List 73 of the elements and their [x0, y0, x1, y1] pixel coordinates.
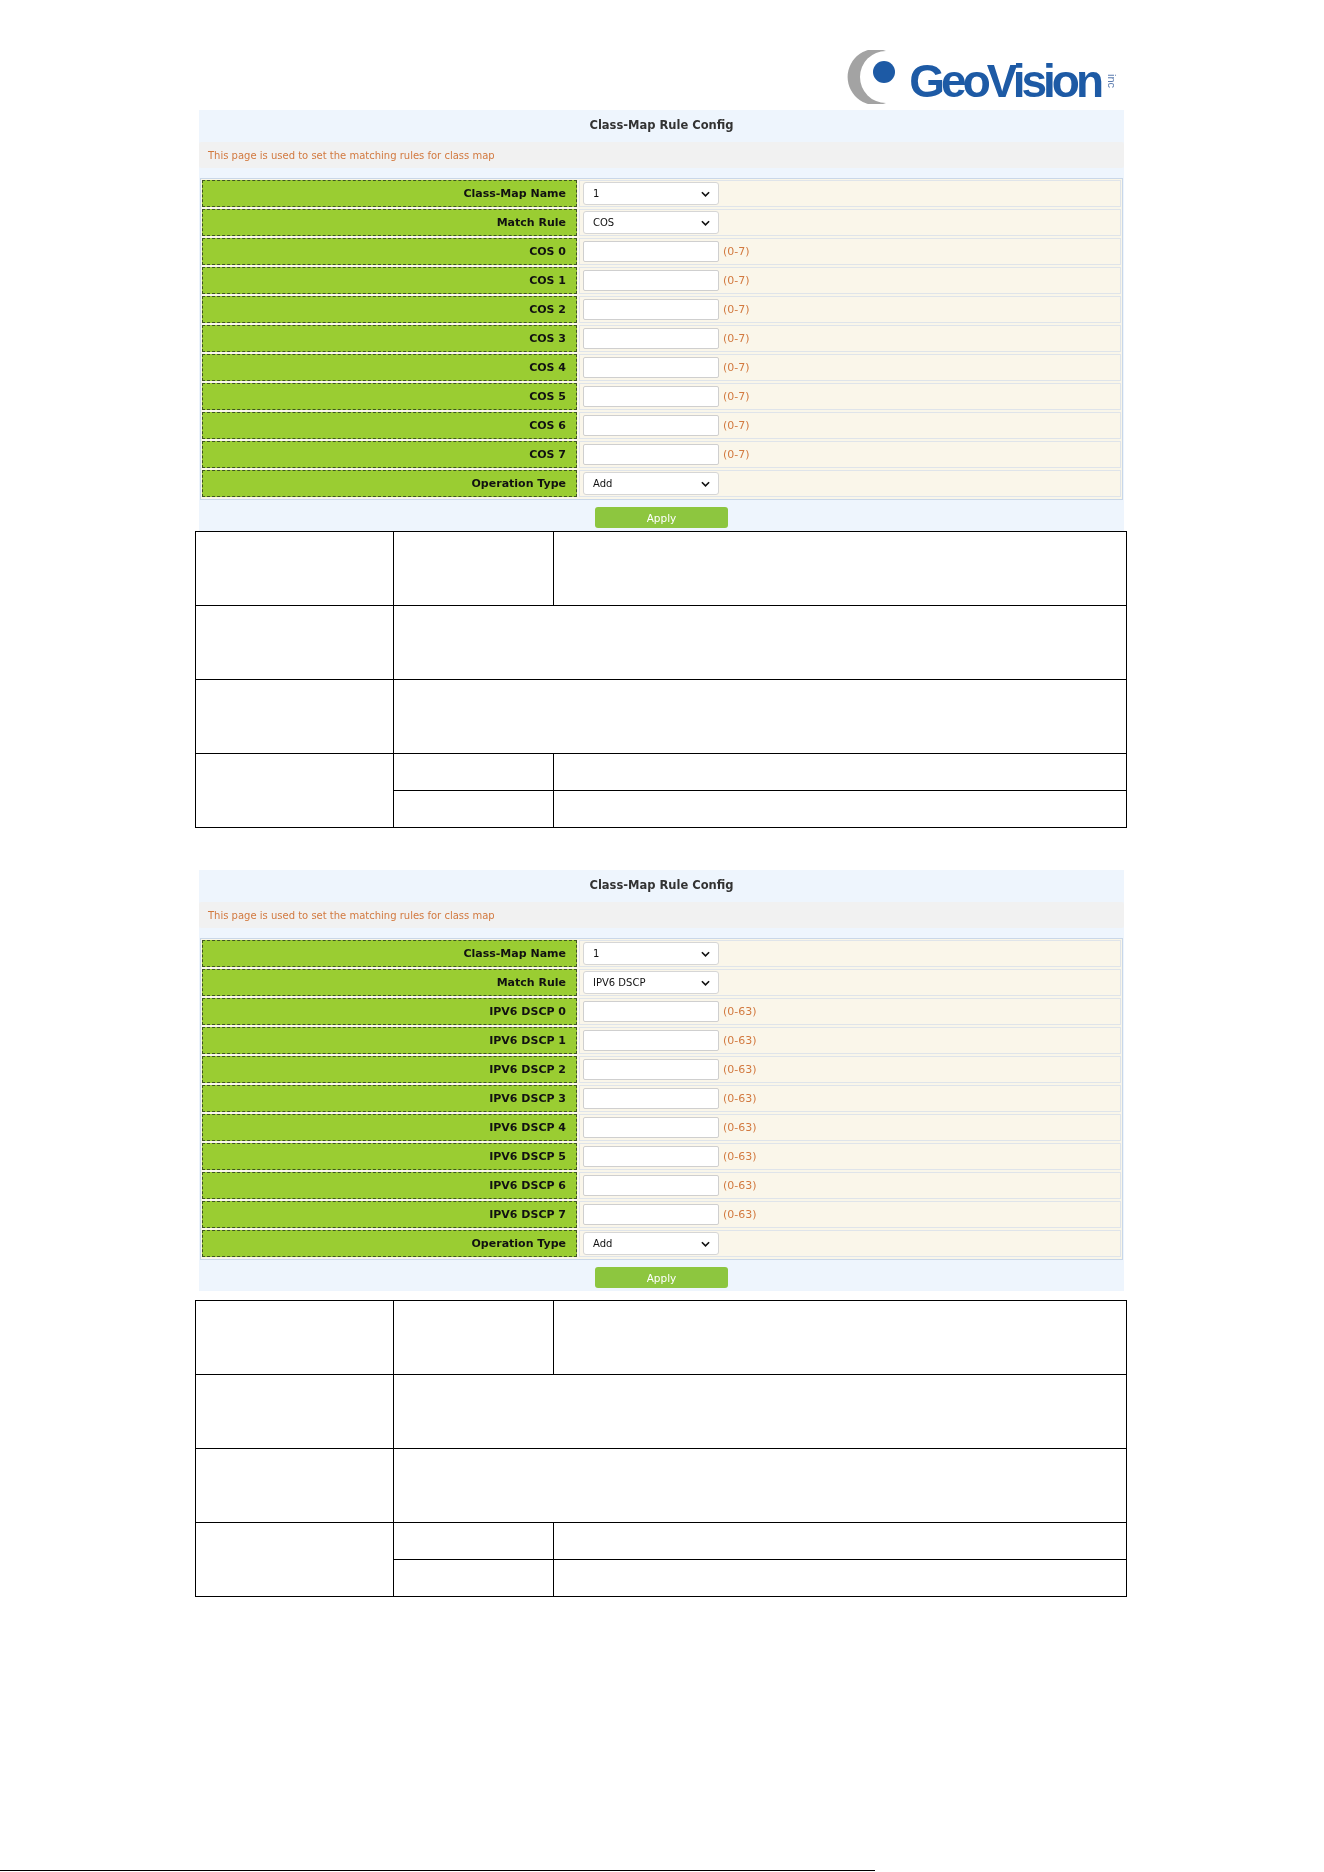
input-field[interactable]	[583, 299, 719, 320]
input-field[interactable]	[583, 1146, 719, 1167]
field-label: IPV6 DSCP 7	[202, 1201, 577, 1228]
field-label: Class-Map Name	[202, 940, 577, 967]
field-label: COS 0	[202, 238, 577, 265]
field-label: IPV6 DSCP 3	[202, 1085, 577, 1112]
range-hint: (0-63)	[723, 1121, 757, 1134]
dropdown[interactable]: 1	[583, 182, 719, 205]
input-field[interactable]	[583, 1204, 719, 1225]
logo-suffix: inc	[1106, 73, 1117, 89]
field-label: IPV6 DSCP 4	[202, 1114, 577, 1141]
range-hint: (0-7)	[723, 419, 750, 432]
field-label: COS 1	[202, 267, 577, 294]
range-hint: (0-7)	[723, 274, 750, 287]
range-hint: (0-63)	[723, 1150, 757, 1163]
input-field[interactable]	[583, 415, 719, 436]
chevron-down-icon	[701, 950, 710, 957]
field-label: COS 3	[202, 325, 577, 352]
range-hint: (0-63)	[723, 1208, 757, 1221]
chevron-down-icon	[701, 219, 710, 226]
field-label: IPV6 DSCP 0	[202, 998, 577, 1025]
chevron-down-icon	[701, 480, 710, 487]
dropdown[interactable]: Add	[583, 472, 719, 495]
range-hint: (0-63)	[723, 1034, 757, 1047]
field-label: Operation Type	[202, 470, 577, 497]
field-label: IPV6 DSCP 6	[202, 1172, 577, 1199]
dropdown[interactable]: IPV6 DSCP	[583, 971, 719, 994]
chevron-down-icon	[701, 979, 710, 986]
range-hint: (0-7)	[723, 448, 750, 461]
description-bar: This page is used to set the matching rules for class map	[199, 902, 1124, 928]
dropdown[interactable]: Add	[583, 1232, 719, 1255]
field-label: Match Rule	[202, 969, 577, 996]
input-field[interactable]	[583, 1088, 719, 1109]
range-hint: (0-63)	[723, 1092, 757, 1105]
range-hint: (0-7)	[723, 332, 750, 345]
input-field[interactable]	[583, 328, 719, 349]
logo-icon	[847, 50, 898, 104]
field-label: COS 6	[202, 412, 577, 439]
range-hint: (0-7)	[723, 390, 750, 403]
range-hint: (0-7)	[723, 245, 750, 258]
input-field[interactable]	[583, 270, 719, 291]
panel-title: Class-Map Rule Config	[589, 878, 734, 892]
range-hint: (0-63)	[723, 1063, 757, 1076]
input-field[interactable]	[583, 1059, 719, 1080]
panel-title: Class-Map Rule Config	[589, 118, 734, 132]
range-hint: (0-63)	[723, 1179, 757, 1192]
field-label: Operation Type	[202, 1230, 577, 1257]
input-field[interactable]	[583, 241, 719, 262]
input-field[interactable]	[583, 386, 719, 407]
range-hint: (0-7)	[723, 303, 750, 316]
chevron-down-icon	[701, 1240, 710, 1247]
description-bar: This page is used to set the matching rules for class map	[199, 142, 1124, 168]
input-field[interactable]	[583, 1030, 719, 1051]
input-field[interactable]	[583, 357, 719, 378]
logo-text: GeoVision	[909, 58, 1100, 104]
input-field[interactable]	[583, 1175, 719, 1196]
field-label: Match Rule	[202, 209, 577, 236]
field-label: IPV6 DSCP 2	[202, 1056, 577, 1083]
field-label: COS 4	[202, 354, 577, 381]
field-label: IPV6 DSCP 5	[202, 1143, 577, 1170]
range-hint: (0-63)	[723, 1005, 757, 1018]
field-label: IPV6 DSCP 1	[202, 1027, 577, 1054]
input-field[interactable]	[583, 444, 719, 465]
field-label: Class-Map Name	[202, 180, 577, 207]
dropdown[interactable]: COS	[583, 211, 719, 234]
range-hint: (0-7)	[723, 361, 750, 374]
field-label: COS 7	[202, 441, 577, 468]
field-label: COS 5	[202, 383, 577, 410]
input-field[interactable]	[583, 1117, 719, 1138]
chevron-down-icon	[701, 190, 710, 197]
dropdown[interactable]: 1	[583, 942, 719, 965]
input-field[interactable]	[583, 1001, 719, 1022]
field-label: COS 2	[202, 296, 577, 323]
